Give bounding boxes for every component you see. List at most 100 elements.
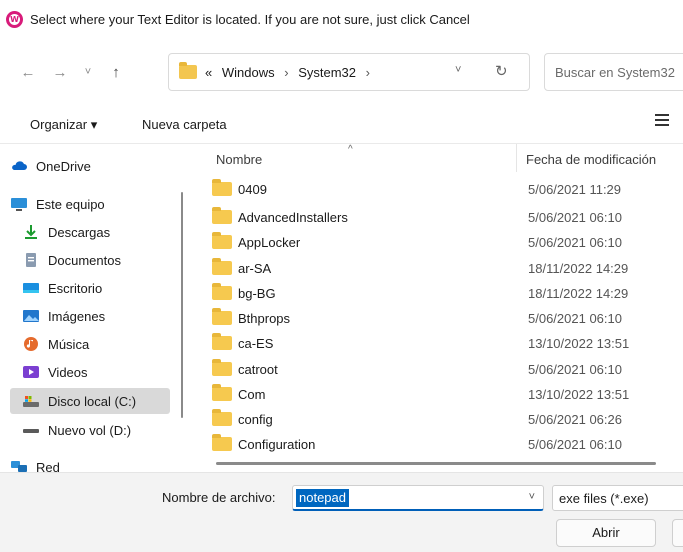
network-icon xyxy=(10,459,28,472)
file-list: Nombre ^ Fecha de modificación 0409 5/06/… xyxy=(196,144,683,472)
file-name: bg-BG xyxy=(238,285,276,301)
column-header-date[interactable]: Fecha de modificación xyxy=(526,152,656,167)
file-name: AdvancedInstallers xyxy=(238,209,348,225)
breadcrumb-separator-icon[interactable]: › xyxy=(366,65,370,80)
sidebar-item-label: Red xyxy=(36,459,60,473)
column-header-name[interactable]: Nombre xyxy=(216,152,262,167)
sidebar-item-new-volume-d[interactable]: Nuevo vol (D:) xyxy=(22,417,182,443)
folder-icon xyxy=(212,258,232,275)
file-row[interactable]: 0409 5/06/2021 11:29 xyxy=(212,177,683,201)
sidebar-item-label: Descargas xyxy=(48,224,111,240)
title-bar: W Select where your Text Editor is locat… xyxy=(0,0,683,44)
folder-icon xyxy=(212,207,232,224)
music-icon xyxy=(22,336,40,352)
filename-input[interactable]: notepad ˅ xyxy=(292,485,544,511)
file-name: catroot xyxy=(238,361,278,377)
organize-button[interactable]: Organizar ▾ xyxy=(30,117,97,133)
new-folder-button[interactable]: Nueva carpeta xyxy=(142,117,227,132)
file-row[interactable]: Com 13/10/2022 13:51 xyxy=(212,382,683,406)
sidebar-item-label: Música xyxy=(48,336,90,352)
folder-icon xyxy=(179,62,197,79)
file-row[interactable]: ar-SA 18/11/2022 14:29 xyxy=(212,256,683,280)
file-row[interactable]: AdvancedInstallers 5/06/2021 06:10 xyxy=(212,205,683,229)
window-title: Select where your Text Editor is located… xyxy=(30,12,470,27)
sidebar-item-label: Este equipo xyxy=(36,196,105,212)
file-date: 5/06/2021 06:10 xyxy=(528,209,622,225)
file-name: Bthprops xyxy=(238,310,291,326)
folder-icon xyxy=(212,308,232,325)
file-date: 5/06/2021 06:10 xyxy=(528,234,622,250)
file-row[interactable]: bg-BG 18/11/2022 14:29 xyxy=(212,281,683,305)
recent-locations-chevron-icon[interactable]: ˅ xyxy=(76,60,100,84)
sidebar-item-music[interactable]: Música xyxy=(22,331,182,357)
address-bar[interactable]: « Windows › System32 › ˅ ↻ xyxy=(168,53,530,91)
file-date: 5/06/2021 06:10 xyxy=(528,436,622,452)
sidebar-item-videos[interactable]: Videos xyxy=(22,359,182,385)
file-name: ca-ES xyxy=(238,335,274,351)
navigation-pane: OneDrive Este equipo Descargas Documento… xyxy=(0,144,196,472)
address-dropdown-chevron-icon[interactable]: ˅ xyxy=(455,64,461,76)
breadcrumb-item-windows[interactable]: Windows xyxy=(222,65,275,80)
images-icon xyxy=(22,308,40,324)
filename-label: Nombre de archivo: xyxy=(162,490,276,505)
file-date: 13/10/2022 13:51 xyxy=(528,386,630,402)
folder-icon xyxy=(212,232,232,249)
chevron-down-icon[interactable]: ˅ xyxy=(529,491,535,503)
sidebar-item-downloads[interactable]: Descargas xyxy=(22,219,182,245)
file-date: 5/06/2021 06:26 xyxy=(528,411,622,427)
sidebar-item-label: OneDrive xyxy=(36,158,91,174)
sidebar-item-network[interactable]: Red xyxy=(10,454,170,472)
sidebar-item-label: Disco local (C:) xyxy=(48,393,137,409)
file-row[interactable]: ca-ES 13/10/2022 13:51 xyxy=(212,331,683,355)
cancel-button[interactable] xyxy=(672,519,683,547)
file-row[interactable]: Bthprops 5/06/2021 06:10 xyxy=(212,306,683,330)
navigation-bar: ← → ˅ ↑ « Windows › System32 › ˅ ↻ Busca… xyxy=(0,44,683,100)
breadcrumb-item-system32[interactable]: System32 xyxy=(298,65,356,80)
filetype-value: exe files (*.exe) xyxy=(559,491,649,506)
folder-icon xyxy=(212,283,232,300)
file-row[interactable]: AppLocker 5/06/2021 06:10 xyxy=(212,230,683,254)
file-date: 18/11/2022 14:29 xyxy=(528,260,629,276)
sidebar-item-onedrive[interactable]: OneDrive xyxy=(10,153,170,179)
forward-arrow-icon[interactable]: → xyxy=(48,60,72,84)
open-button[interactable]: Abrir xyxy=(556,519,656,547)
sidebar-scrollbar[interactable] xyxy=(181,192,183,418)
sidebar-item-label: Imágenes xyxy=(48,308,106,324)
file-name: Com xyxy=(238,386,266,402)
folder-icon xyxy=(212,409,232,426)
app-logo-glyph: W xyxy=(9,14,20,25)
folder-icon xyxy=(212,384,232,401)
file-row[interactable]: config 5/06/2021 06:26 xyxy=(212,407,683,431)
drive-icon xyxy=(22,422,40,438)
sidebar-item-local-disk-c[interactable]: Disco local (C:) xyxy=(10,388,170,414)
sidebar-item-pictures[interactable]: Imágenes xyxy=(22,303,182,329)
drive-icon xyxy=(22,393,40,409)
file-name: ar-SA xyxy=(238,260,272,276)
sidebar-item-label: Videos xyxy=(48,364,88,380)
computer-icon xyxy=(10,196,28,212)
back-arrow-icon[interactable]: ← xyxy=(16,60,40,84)
folder-icon xyxy=(212,434,232,451)
search-input[interactable]: Buscar en System32 xyxy=(544,53,683,91)
file-name: config xyxy=(238,411,273,427)
file-row[interactable]: Configuration 5/06/2021 06:10 xyxy=(212,432,683,456)
file-date: 5/06/2021 11:29 xyxy=(528,181,622,197)
sidebar-item-this-pc[interactable]: Este equipo xyxy=(10,191,170,217)
sidebar-item-documents[interactable]: Documentos xyxy=(22,247,182,273)
search-placeholder: Buscar en System32 xyxy=(555,65,675,80)
breadcrumb-separator-icon[interactable]: › xyxy=(284,65,288,80)
breadcrumb-overflow[interactable]: « xyxy=(205,65,212,80)
view-options-icon[interactable] xyxy=(655,114,669,128)
file-date: 18/11/2022 14:29 xyxy=(528,285,629,301)
sidebar-item-label: Nuevo vol (D:) xyxy=(48,422,132,438)
sidebar-item-desktop[interactable]: Escritorio xyxy=(22,275,182,301)
refresh-icon[interactable]: ↻ xyxy=(495,62,508,80)
column-divider[interactable] xyxy=(516,144,517,172)
filetype-select[interactable]: exe files (*.exe) xyxy=(552,485,683,511)
horizontal-scrollbar[interactable] xyxy=(216,462,656,465)
file-row[interactable]: catroot 5/06/2021 06:10 xyxy=(212,357,683,381)
filename-value[interactable]: notepad xyxy=(296,489,349,507)
file-name: Configuration xyxy=(238,436,316,452)
sort-ascending-icon: ^ xyxy=(348,144,353,155)
up-arrow-icon[interactable]: ↑ xyxy=(104,60,128,84)
